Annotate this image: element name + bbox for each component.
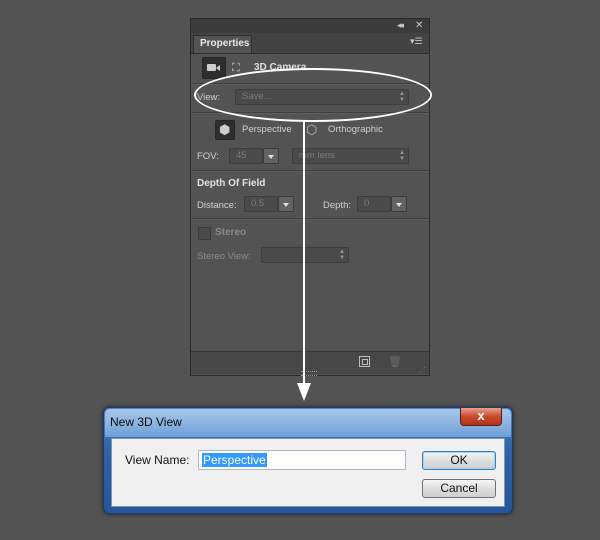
perspective-label[interactable]: Perspective: [242, 124, 292, 135]
stereo-view-dropdown[interactable]: ▲ ▼: [261, 247, 349, 263]
divider: [191, 170, 429, 172]
view-name-selected-text[interactable]: Perspective: [202, 453, 267, 467]
render-icon[interactable]: [359, 356, 370, 367]
camera-icon[interactable]: [202, 57, 226, 79]
view-name-input[interactable]: Perspective: [198, 450, 406, 470]
depth-dropdown-button[interactable]: [391, 196, 407, 212]
highlight-ellipse: [194, 68, 432, 122]
fov-dropdown-button[interactable]: [263, 148, 279, 164]
panel-menu-icon[interactable]: ▾☰: [410, 36, 423, 47]
close-icon: x: [477, 408, 485, 423]
depth-label: Depth:: [323, 200, 351, 211]
orthographic-label[interactable]: Orthographic: [328, 124, 383, 135]
stereo-label: Stereo: [215, 227, 247, 238]
distance-label: Distance:: [197, 200, 237, 211]
panel-title-bar: ◂◂ ✕: [191, 19, 429, 34]
arrow-line: [303, 121, 305, 386]
fov-input[interactable]: 45: [229, 148, 263, 164]
cube-icon: ⬢: [219, 122, 231, 137]
divider: [191, 218, 429, 220]
dialog-title: New 3D View: [110, 415, 182, 429]
tab-properties[interactable]: Properties: [193, 35, 252, 53]
ok-button[interactable]: OK: [422, 451, 496, 470]
distance-dropdown-button[interactable]: [278, 196, 294, 212]
cancel-button[interactable]: Cancel: [422, 479, 496, 498]
perspective-button[interactable]: ⬢: [215, 120, 235, 140]
trash-icon[interactable]: 🗑: [388, 355, 402, 368]
depth-of-field-title: Depth Of Field: [197, 178, 266, 189]
updown-arrows-icon: ▲ ▼: [339, 249, 345, 261]
stereo-checkbox[interactable]: [198, 227, 211, 240]
distance-input[interactable]: 0.5: [244, 196, 278, 212]
depth-value: 0: [364, 198, 370, 209]
orthographic-cube-icon[interactable]: ⬡: [306, 122, 317, 138]
panel-tab-row: Properties ▾☰: [191, 33, 429, 54]
updown-arrows-icon: ▲ ▼: [399, 150, 405, 162]
new-3d-view-dialog: New 3D View x View Name: Perspective OK …: [103, 407, 513, 514]
close-panel-icon[interactable]: ✕: [415, 19, 423, 32]
view-name-label: View Name:: [125, 453, 190, 467]
resize-grip-icon[interactable]: ⋰: [419, 366, 426, 374]
fov-value: 45: [236, 150, 247, 161]
fov-unit-dropdown[interactable]: mm lens ▲ ▼: [292, 148, 409, 164]
stereo-view-label: Stereo View:: [197, 251, 251, 262]
depth-input[interactable]: 0: [357, 196, 391, 212]
collapse-panel-icon[interactable]: ◂◂: [397, 19, 404, 32]
arrow-head: [297, 383, 311, 401]
dialog-close-button[interactable]: x: [460, 408, 502, 426]
dialog-body: View Name: Perspective OK Cancel: [111, 438, 505, 507]
distance-value: 0.5: [251, 198, 265, 209]
fov-label: FOV:: [197, 151, 219, 162]
